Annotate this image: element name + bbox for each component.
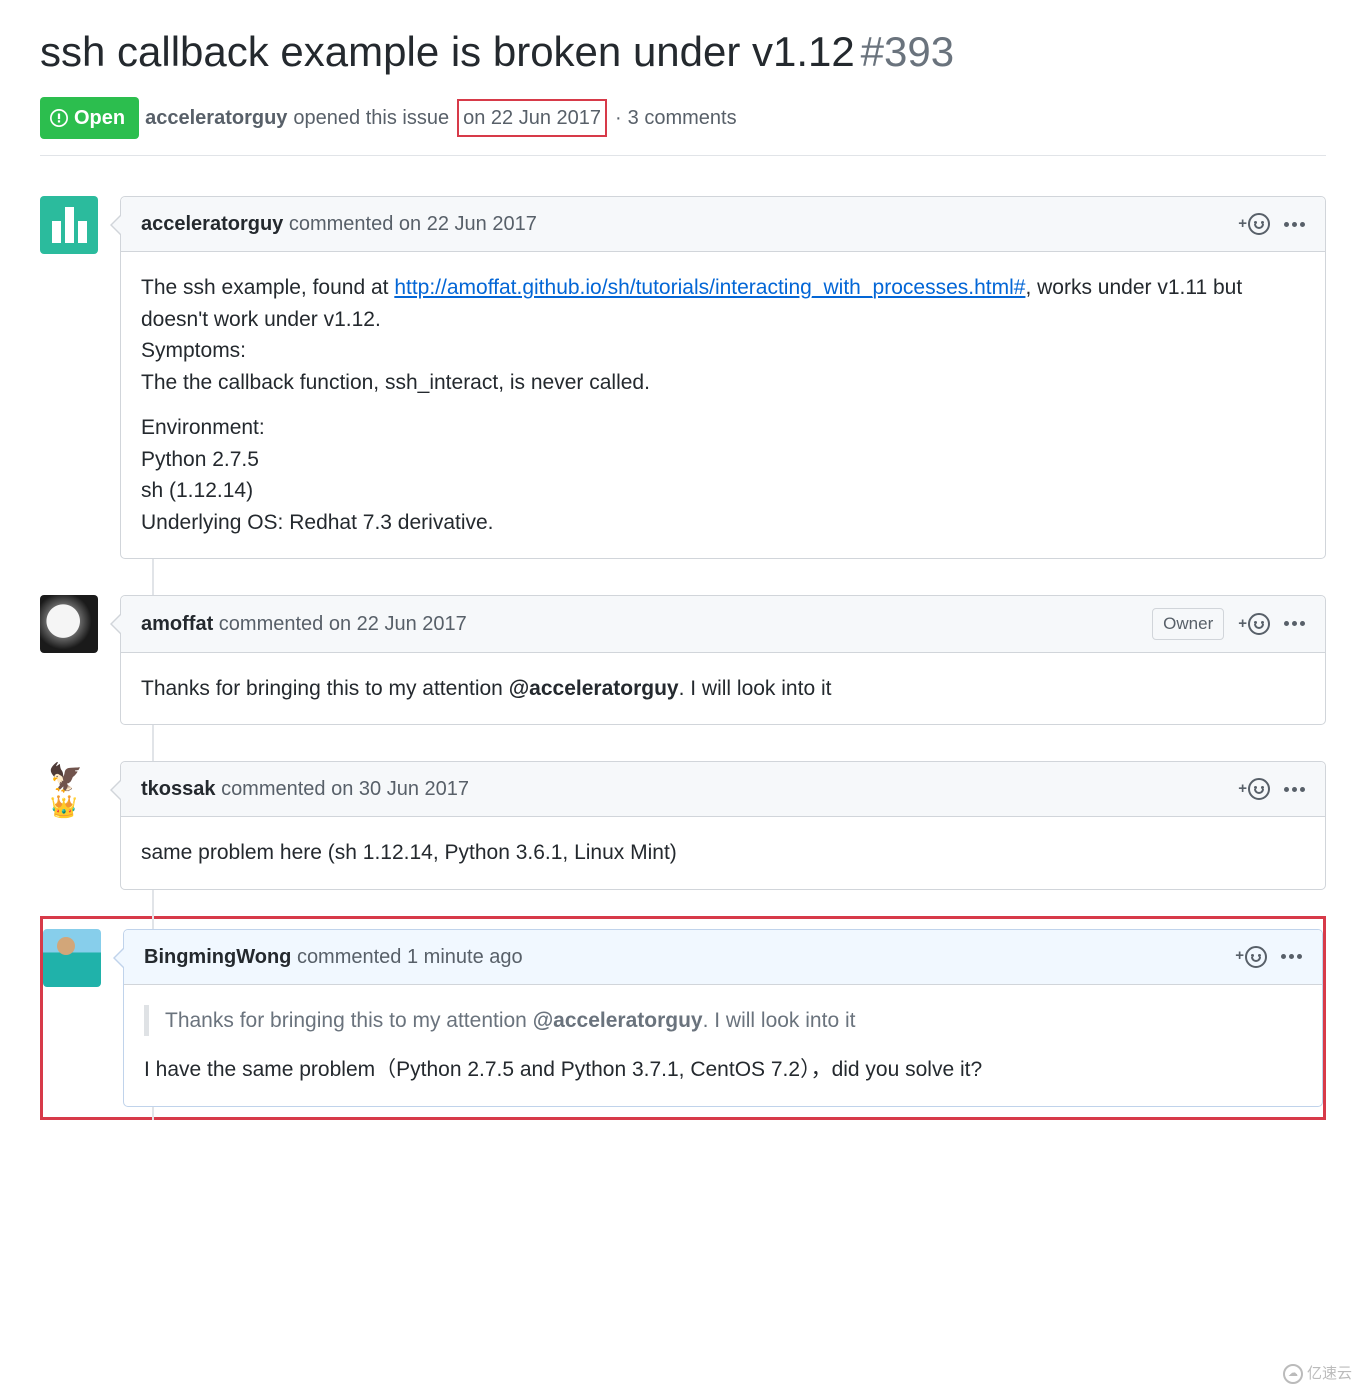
comment-date[interactable]: on 22 Jun 2017 bbox=[329, 613, 467, 635]
text: Thanks for bringing this to my attention bbox=[141, 677, 509, 700]
avatar[interactable] bbox=[43, 929, 101, 987]
mention[interactable]: @acceleratorguy bbox=[509, 677, 679, 700]
comment-header: BingmingWong commented 1 minute ago + bbox=[124, 930, 1322, 985]
comment-author[interactable]: acceleratorguy bbox=[141, 213, 283, 235]
cloud-icon: ☁ bbox=[1283, 1364, 1303, 1384]
comment-header: amoffat commented on 22 Jun 2017 Owner + bbox=[121, 596, 1325, 653]
avatar[interactable] bbox=[40, 595, 98, 653]
text: sh (1.12.14) bbox=[141, 479, 253, 502]
react-button[interactable]: + bbox=[1238, 213, 1270, 236]
text: Symptoms: bbox=[141, 339, 246, 362]
example-link[interactable]: http://amoffat.github.io/sh/tutorials/in… bbox=[394, 276, 1025, 299]
comment-date[interactable]: on 30 Jun 2017 bbox=[331, 778, 469, 800]
text: Python 2.7.5 bbox=[141, 448, 259, 471]
highlight-box: BingmingWong commented 1 minute ago + Th… bbox=[40, 916, 1326, 1120]
comment-body: The ssh example, found at http://amoffat… bbox=[121, 252, 1325, 558]
kebab-icon[interactable] bbox=[1284, 621, 1305, 626]
issue-open-icon bbox=[50, 109, 68, 127]
comment: amoffat commented on 22 Jun 2017 Owner +… bbox=[40, 595, 1326, 725]
avatar[interactable] bbox=[40, 761, 98, 819]
timeline: acceleratorguy commented on 22 Jun 2017 … bbox=[40, 196, 1326, 1120]
text: Thanks for bringing this to my attention bbox=[165, 1009, 533, 1032]
blockquote: Thanks for bringing this to my attention… bbox=[144, 1005, 1302, 1037]
comment-bubble: tkossak commented on 30 Jun 2017 + same … bbox=[120, 761, 1326, 890]
comment-bubble: acceleratorguy commented on 22 Jun 2017 … bbox=[120, 196, 1326, 559]
comment-body: same problem here (sh 1.12.14, Python 3.… bbox=[121, 817, 1325, 889]
kebab-icon[interactable] bbox=[1281, 954, 1302, 959]
emoji-icon bbox=[1248, 613, 1270, 635]
text: The ssh example, found at bbox=[141, 276, 394, 299]
emoji-icon bbox=[1248, 778, 1270, 800]
text: Underlying OS: Redhat 7.3 derivative. bbox=[141, 511, 494, 534]
comment-action: commented bbox=[221, 778, 326, 800]
comment-count: 3 comments bbox=[628, 103, 737, 133]
owner-badge: Owner bbox=[1152, 608, 1224, 640]
comment-action: commented bbox=[289, 213, 394, 235]
emoji-icon bbox=[1248, 213, 1270, 235]
issue-number: #393 bbox=[861, 28, 954, 75]
comment: acceleratorguy commented on 22 Jun 2017 … bbox=[40, 196, 1326, 559]
comment-author[interactable]: amoffat bbox=[141, 613, 213, 635]
emoji-icon bbox=[1245, 946, 1267, 968]
avatar[interactable] bbox=[40, 196, 98, 254]
comment-bubble: BingmingWong commented 1 minute ago + Th… bbox=[123, 929, 1323, 1107]
opened-text: opened this issue bbox=[293, 103, 449, 133]
mention[interactable]: @acceleratorguy bbox=[533, 1009, 703, 1032]
state-label: Open bbox=[74, 103, 125, 133]
watermark: ☁ 亿速云 bbox=[1283, 1363, 1352, 1386]
meta-dot: · bbox=[615, 103, 622, 133]
issue-opener[interactable]: acceleratorguy bbox=[145, 103, 287, 133]
comment-date[interactable]: 1 minute ago bbox=[407, 946, 523, 968]
comment: tkossak commented on 30 Jun 2017 + same … bbox=[40, 761, 1326, 890]
text: Environment: bbox=[141, 416, 265, 439]
issue-meta: Open acceleratorguy opened this issue on… bbox=[40, 97, 1326, 156]
comment: BingmingWong commented 1 minute ago + Th… bbox=[43, 929, 1323, 1107]
issue-title-row: ssh callback example is broken under v1.… bbox=[40, 20, 1326, 83]
watermark-text: 亿速云 bbox=[1307, 1363, 1352, 1386]
comment-body: Thanks for bringing this to my attention… bbox=[121, 653, 1325, 725]
react-button[interactable]: + bbox=[1235, 945, 1267, 968]
comment-action: commented bbox=[297, 946, 402, 968]
comment-bubble: amoffat commented on 22 Jun 2017 Owner +… bbox=[120, 595, 1326, 725]
react-button[interactable]: + bbox=[1238, 778, 1270, 801]
comment-header: tkossak commented on 30 Jun 2017 + bbox=[121, 762, 1325, 817]
text: . I will look into it bbox=[679, 677, 832, 700]
state-badge: Open bbox=[40, 97, 139, 139]
text: The the callback function, ssh_interact,… bbox=[141, 371, 650, 394]
opened-date[interactable]: on 22 Jun 2017 bbox=[457, 99, 607, 137]
comment-author[interactable]: BingmingWong bbox=[144, 946, 291, 968]
comment-header: acceleratorguy commented on 22 Jun 2017 … bbox=[121, 197, 1325, 252]
text: I have the same problem（Python 2.7.5 and… bbox=[144, 1054, 1302, 1086]
kebab-icon[interactable] bbox=[1284, 222, 1305, 227]
comment-date[interactable]: on 22 Jun 2017 bbox=[399, 213, 537, 235]
comment-body: Thanks for bringing this to my attention… bbox=[124, 985, 1322, 1106]
comment-action: commented bbox=[219, 613, 324, 635]
text: . I will look into it bbox=[703, 1009, 856, 1032]
issue-title: ssh callback example is broken under v1.… bbox=[40, 28, 855, 75]
text: same problem here (sh 1.12.14, Python 3.… bbox=[141, 837, 1305, 869]
react-button[interactable]: + bbox=[1238, 613, 1270, 636]
kebab-icon[interactable] bbox=[1284, 787, 1305, 792]
comment-author[interactable]: tkossak bbox=[141, 778, 216, 800]
